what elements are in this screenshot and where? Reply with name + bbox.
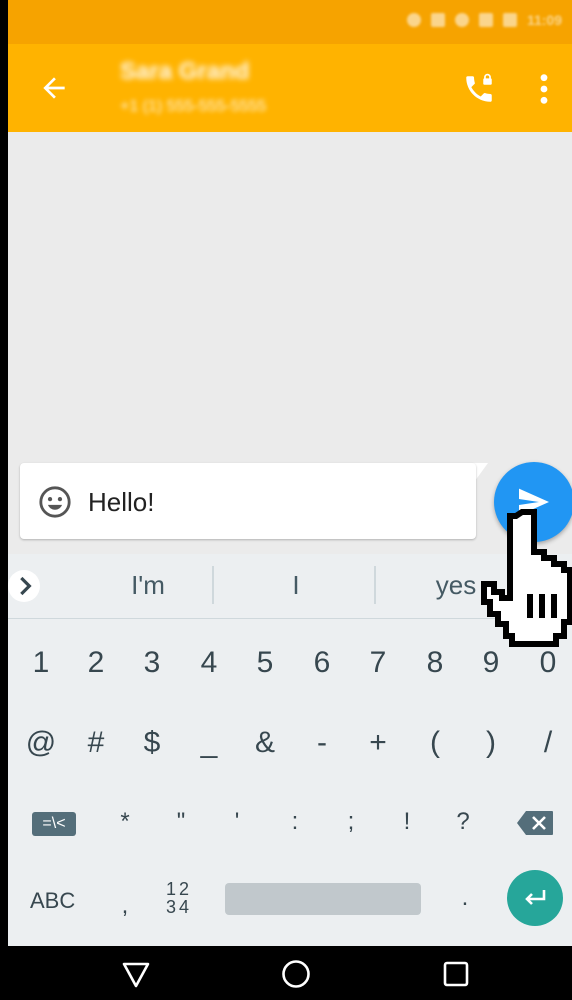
- back-triangle-icon[interactable]: [120, 958, 152, 990]
- backspace-icon[interactable]: [516, 810, 554, 836]
- key[interactable]: ": [156, 808, 206, 836]
- key[interactable]: :: [270, 808, 320, 836]
- suggestion-1[interactable]: I'm: [96, 570, 200, 601]
- overflow-menu-icon[interactable]: [538, 72, 550, 106]
- key[interactable]: (: [410, 726, 460, 760]
- compose-text: Hello!: [88, 487, 155, 517]
- key[interactable]: ;: [326, 808, 376, 836]
- key[interactable]: _: [184, 726, 234, 760]
- key[interactable]: -: [297, 726, 347, 760]
- expand-suggestions-button[interactable]: [8, 570, 40, 602]
- key[interactable]: ': [212, 808, 262, 836]
- enter-key[interactable]: [507, 870, 563, 926]
- emoji-icon[interactable]: [38, 485, 72, 519]
- suggestion-2[interactable]: I: [244, 570, 348, 601]
- numpad-key[interactable]: 12 34: [166, 880, 192, 916]
- contact-number: +1 (1) 555-555-5555: [120, 98, 267, 115]
- key[interactable]: /: [523, 726, 572, 760]
- abc-key[interactable]: ABC: [30, 888, 75, 914]
- key[interactable]: $: [127, 726, 177, 760]
- back-arrow-icon[interactable]: [38, 72, 70, 104]
- hand-cursor-icon: [481, 509, 572, 647]
- comma-key[interactable]: ,: [100, 892, 150, 920]
- secure-call-icon[interactable]: [462, 72, 496, 106]
- period-key[interactable]: .: [440, 884, 490, 912]
- enter-icon: [525, 890, 546, 905]
- space-bar[interactable]: [225, 883, 421, 915]
- more-symbols-key[interactable]: =\<: [32, 812, 76, 836]
- key[interactable]: #: [71, 726, 121, 760]
- home-circle-icon[interactable]: [280, 958, 312, 990]
- compose-field[interactable]: Hello!: [20, 463, 476, 539]
- status-time: 11:09: [526, 12, 562, 28]
- suggestion-divider: [212, 566, 214, 604]
- key[interactable]: +: [353, 726, 403, 760]
- numpad-key-top: 12: [166, 879, 193, 899]
- key[interactable]: 3: [127, 646, 177, 680]
- key[interactable]: ): [466, 726, 516, 760]
- key[interactable]: @: [16, 726, 66, 760]
- notification-icon: [406, 13, 421, 27]
- key[interactable]: 4: [184, 646, 234, 680]
- key[interactable]: 2: [71, 646, 121, 680]
- wifi-icon: [454, 13, 469, 27]
- key[interactable]: 5: [240, 646, 290, 680]
- suggestion-divider: [374, 566, 376, 604]
- key[interactable]: *: [100, 808, 150, 836]
- contact-name: Sara Grand: [120, 58, 250, 85]
- key[interactable]: &: [240, 726, 290, 760]
- status-icons: 11:09: [406, 12, 562, 28]
- signal-icon: [478, 13, 493, 27]
- key[interactable]: !: [382, 808, 432, 836]
- numpad-key-bottom: 34: [166, 897, 193, 917]
- app-bar: Sara Grand +1 (1) 555-555-5555: [8, 44, 572, 132]
- nfc-icon: [430, 13, 445, 27]
- messaging-screen: 11:09 Sara Grand +1 (1) 555-555-5555 Hel…: [8, 0, 572, 1000]
- navigation-bar: [0, 946, 572, 1000]
- key[interactable]: ?: [438, 808, 488, 836]
- key[interactable]: 7: [353, 646, 403, 680]
- key[interactable]: 8: [410, 646, 460, 680]
- key[interactable]: 1: [16, 646, 66, 680]
- chevron-right-icon: [20, 576, 32, 596]
- recents-square-icon[interactable]: [440, 958, 472, 990]
- key[interactable]: 6: [297, 646, 347, 680]
- key[interactable]: 0: [523, 646, 572, 680]
- battery-icon: [502, 13, 517, 27]
- status-bar: 11:09: [8, 0, 572, 44]
- key[interactable]: 9: [466, 646, 516, 680]
